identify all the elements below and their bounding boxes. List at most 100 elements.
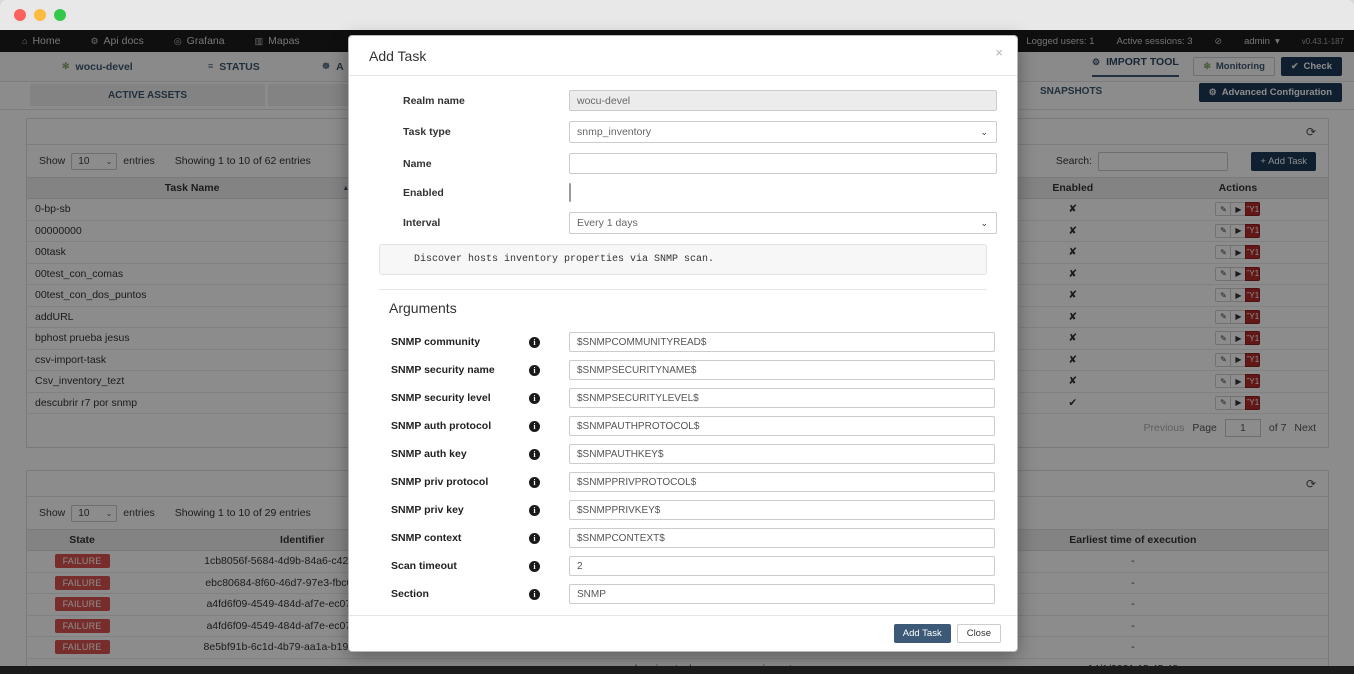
edit-icon[interactable]: ✎ [1215,309,1231,324]
argument-input[interactable]: SNMP [569,584,995,604]
select-field[interactable]: snmp_inventory ⌄ [569,121,997,143]
maximize-window-button[interactable] [54,9,66,21]
user-menu[interactable]: admin ▾ [1244,36,1280,47]
enabled-checkbox[interactable] [569,183,571,202]
delete-icon[interactable]: Ὕ1 [1245,331,1261,346]
delete-icon[interactable]: Ὕ1 [1245,266,1261,281]
run-icon[interactable]: ▶ [1230,202,1246,217]
tab-active-assets[interactable]: ACTIVE ASSETS [30,84,265,106]
column-enabled[interactable]: Enabled [997,177,1148,199]
run-icon[interactable]: ▶ [1230,223,1246,238]
row-action-group: ✎ ▶ Ὕ1 [1215,266,1261,281]
field-label: Interval [403,217,441,229]
run-icon[interactable]: ▶ [1230,374,1246,389]
argument-input[interactable]: $SNMPPRIVKEY$ [569,500,995,520]
run-icon[interactable]: ▶ [1230,352,1246,367]
info-icon[interactable]: i [529,476,540,488]
edit-icon[interactable]: ✎ [1215,331,1231,346]
advanced-configuration-button[interactable]: ⚙ Advanced Configuration [1198,83,1342,102]
delete-icon[interactable]: Ὕ1 [1245,245,1261,260]
nav-tab-status[interactable]: ≡ STATUS [208,61,260,73]
connection-status-icon[interactable]: ⊘ [1215,36,1223,46]
info-icon[interactable]: i [529,420,540,432]
info-icon[interactable]: i [529,560,540,572]
edit-icon[interactable]: ✎ [1215,352,1231,367]
modal-add-task-button[interactable]: Add Task [893,624,951,643]
check-button[interactable]: ✔ Check [1280,57,1342,76]
run-icon[interactable]: ▶ [1230,245,1246,260]
page-number-input[interactable]: 1 [1224,419,1261,437]
realm-selector[interactable]: ✻ wocu-devel [62,61,133,73]
run-icon[interactable]: ▶ [1230,331,1246,346]
argument-input[interactable]: $SNMPCONTEXT$ [569,528,995,548]
delete-icon[interactable]: Ὕ1 [1245,288,1261,303]
run-icon[interactable]: ▶ [1230,309,1246,324]
argument-input[interactable]: $SNMPCOMMUNITYREAD$ [569,332,995,352]
argument-label: SNMP priv protocol [391,476,489,488]
column-state[interactable]: State [27,529,138,551]
top-navbar-right: Logged users: 1 Active sessions: 3 ⊘ adm… [1026,30,1344,52]
argument-input[interactable]: $SNMPSECURITYNAME$ [569,360,995,380]
status-badge: FAILURE [54,575,110,590]
info-icon[interactable]: i [529,504,540,516]
argument-input[interactable]: $SNMPSECURITYLEVEL$ [569,388,995,408]
column-task-name[interactable]: Task Name ▲ [27,177,358,199]
delete-icon[interactable]: Ὕ1 [1245,309,1261,324]
edit-icon[interactable]: ✎ [1215,374,1231,389]
next-page-button[interactable]: Next [1294,422,1316,434]
argument-control: $SNMPSECURITYNAME$ [569,360,997,380]
run-icon[interactable]: ▶ [1230,395,1246,410]
refresh-icon[interactable]: ⟳ [1306,125,1316,139]
delete-icon[interactable]: Ὕ1 [1245,202,1261,217]
run-icon[interactable]: ▶ [1230,266,1246,281]
nav-item-grafana[interactable]: ◎ Grafana [174,35,225,47]
argument-input[interactable]: $SNMPAUTHPROTOCOL$ [569,416,995,436]
info-icon[interactable]: i [529,448,540,460]
edit-icon[interactable]: ✎ [1215,202,1231,217]
edit-icon[interactable]: ✎ [1215,223,1231,238]
text-field[interactable] [569,153,997,174]
delete-icon[interactable]: Ὕ1 [1245,352,1261,367]
close-window-button[interactable] [14,9,26,21]
delete-icon[interactable]: Ὕ1 [1245,374,1261,389]
cell-task-name: descubrir r7 por snmp [27,392,358,414]
run-icon[interactable]: ▶ [1230,288,1246,303]
argument-input[interactable]: $SNMPPRIVPROTOCOL$ [569,472,995,492]
select-field[interactable]: Every 1 days ⌄ [569,212,997,234]
page-size-select[interactable]: 10 ⌄ [71,504,118,522]
edit-icon[interactable]: ✎ [1215,245,1231,260]
add-task-button[interactable]: + Add Task [1251,151,1316,171]
monitoring-button[interactable]: ✻ Monitoring [1193,57,1275,76]
modal-close-button[interactable]: Close [956,624,1001,643]
info-icon[interactable]: i [529,392,540,404]
argument-info: i [529,420,569,432]
minimize-window-button[interactable] [34,9,46,21]
tab-snapshots[interactable]: SNAPSHOTS [1040,86,1102,97]
previous-page-button[interactable]: Previous [1144,422,1185,434]
show-label: Show [39,155,66,167]
refresh-icon[interactable]: ⟳ [1306,477,1316,491]
argument-info: i [529,364,569,376]
edit-icon[interactable]: ✎ [1215,395,1231,410]
nav-item-api-docs[interactable]: ⚙ Api docs [90,35,143,47]
delete-icon[interactable]: Ὕ1 [1245,223,1261,238]
page-size-select[interactable]: 10 ⌄ [71,152,118,170]
search-input[interactable] [1098,151,1228,171]
cell-enabled: ✘ [997,241,1148,264]
nav-item-mapas[interactable]: ▥ Mapas [255,35,300,47]
nav-tab-import-tool[interactable]: ⚙ IMPORT TOOL [1092,56,1179,77]
edit-icon[interactable]: ✎ [1215,266,1231,281]
arguments-title: Arguments [389,300,457,316]
nav-item-home[interactable]: ⌂ Home [22,35,60,47]
info-icon[interactable]: i [529,364,540,376]
info-icon[interactable]: i [529,588,540,600]
info-icon[interactable]: i [529,336,540,348]
argument-input[interactable]: $SNMPAUTHKEY$ [569,444,995,464]
edit-icon[interactable]: ✎ [1215,288,1231,303]
argument-input[interactable]: 2 [569,556,995,576]
close-icon[interactable]: × [995,45,1003,60]
delete-icon[interactable]: Ὕ1 [1245,395,1261,410]
info-icon[interactable]: i [529,532,540,544]
nav-tab-assets[interactable]: ☸ A [322,61,344,73]
page-label: Page [1192,422,1217,434]
